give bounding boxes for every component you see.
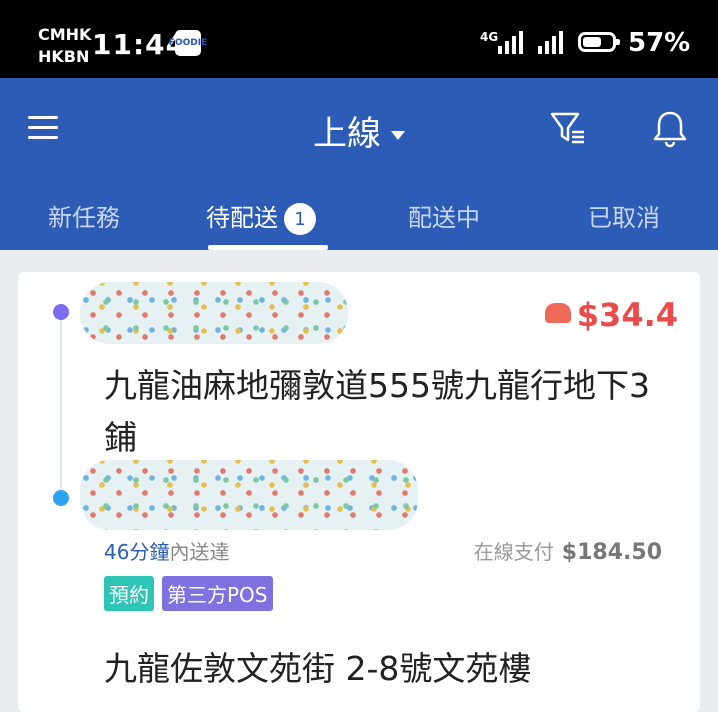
payment-info: 在線支付 $184.50 bbox=[474, 536, 662, 565]
tab-delivering[interactable]: 配送中 bbox=[408, 198, 480, 233]
order-card[interactable]: $34.4 九龍油麻地彌敦道555號九龍行地下3鋪 46分鐘內送達 在線支付 $1… bbox=[18, 272, 700, 712]
active-tab-indicator bbox=[208, 245, 328, 250]
filter-icon[interactable] bbox=[548, 108, 588, 148]
status-dropdown[interactable]: 上線 bbox=[0, 106, 718, 155]
tab-count-badge: 1 bbox=[284, 203, 316, 235]
carrier-labels: CMHK HKBN bbox=[38, 24, 91, 68]
chevron-down-icon bbox=[391, 131, 405, 140]
pickup-address: 九龍油麻地彌敦道555號九龍行地下3鋪 bbox=[104, 366, 650, 457]
eta-suffix: 內送達 bbox=[169, 540, 230, 564]
redacted-merchant-name bbox=[80, 282, 348, 344]
delivery-eta: 46分鐘內送達 bbox=[104, 536, 229, 565]
redacted-customer-name bbox=[80, 460, 418, 530]
status-bar: CMHK HKBN 11:44 FOODIE 4G 57% bbox=[0, 0, 718, 78]
dropoff-address: 九龍佐敦文苑街 2-8號文苑樓 bbox=[104, 649, 532, 688]
page-title: 上線 bbox=[313, 114, 381, 154]
carrier-1: CMHK bbox=[38, 25, 92, 44]
pickup-marker bbox=[53, 304, 69, 320]
tab-label: 待配送 bbox=[206, 204, 278, 232]
app-bar: 上線 新任務 待配送 1 配送中 已取消 bbox=[0, 78, 718, 250]
tab-bar: 新任務 待配送 1 配送中 已取消 bbox=[0, 190, 718, 250]
tab-new-tasks[interactable]: 新任務 bbox=[48, 198, 120, 233]
eta-minutes: 46分鐘 bbox=[104, 540, 170, 564]
bell-icon[interactable] bbox=[650, 108, 690, 148]
payment-method: 在線支付 bbox=[473, 540, 554, 564]
money-icon bbox=[544, 303, 571, 323]
battery-icon bbox=[578, 32, 620, 52]
tag-reservation: 預約 bbox=[104, 576, 154, 611]
dropoff-marker bbox=[53, 490, 69, 506]
carrier-2: HKBN bbox=[38, 47, 90, 66]
tab-pending-delivery[interactable]: 待配送 1 bbox=[206, 198, 316, 235]
fee-amount: $34.4 bbox=[576, 296, 678, 334]
battery-percent: 57% bbox=[628, 28, 691, 58]
tag-third-party-pos: 第三方POS bbox=[162, 576, 273, 611]
order-tags: 預約 第三方POS bbox=[104, 576, 273, 611]
route-line bbox=[60, 312, 62, 498]
signal-icon bbox=[498, 30, 523, 54]
delivery-fee: $34.4 bbox=[544, 296, 678, 334]
network-type: 4G bbox=[480, 30, 499, 44]
tab-cancelled[interactable]: 已取消 bbox=[588, 198, 660, 233]
app-notification-icon: FOODIE bbox=[169, 30, 207, 56]
signal-icon bbox=[538, 30, 563, 54]
payment-amount: $184.50 bbox=[561, 540, 662, 565]
